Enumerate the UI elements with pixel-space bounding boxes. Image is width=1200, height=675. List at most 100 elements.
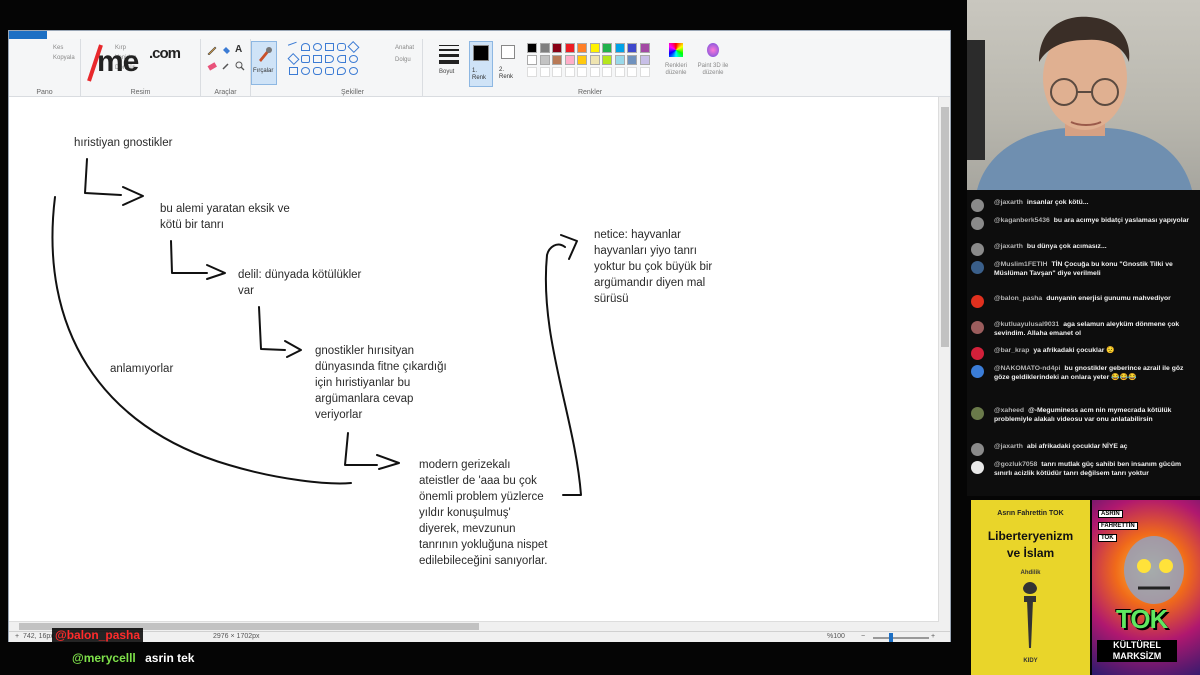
palette-swatch[interactable]	[639, 55, 650, 65]
chat-message-body: @jaxarth abi afrikadaki çocuklar NİYE aç	[994, 442, 1196, 451]
cloud-shape-icon[interactable]	[337, 67, 346, 75]
text-tool-icon[interactable]: A	[235, 44, 242, 55]
copy-button[interactable]: Kopyala	[53, 55, 75, 61]
chat-username[interactable]: @balon_pasha	[994, 295, 1042, 302]
avatar[interactable]	[971, 461, 984, 474]
callout-shape-icon[interactable]	[349, 55, 358, 63]
palette-swatch[interactable]	[564, 55, 575, 65]
rhombus-shape-icon[interactable]	[287, 52, 300, 66]
chat-username[interactable]: @gozluk7058	[994, 461, 1037, 468]
eraser-icon[interactable]	[207, 61, 217, 71]
zoom-out-icon[interactable]: −	[861, 633, 865, 640]
fill-bucket-icon[interactable]	[221, 45, 231, 55]
palette-swatch[interactable]	[577, 55, 587, 65]
pentagon-shape-icon[interactable]	[301, 55, 310, 63]
outline-button[interactable]: Anahat	[395, 45, 414, 51]
custom-color-slot[interactable]	[627, 67, 637, 77]
palette-swatch[interactable]	[589, 43, 600, 53]
pencil-icon[interactable]	[207, 45, 217, 55]
palette-swatch[interactable]	[527, 55, 537, 65]
star-shape-icon[interactable]	[301, 67, 310, 75]
horizontal-scrollbar[interactable]	[9, 621, 939, 631]
vertical-scrollbar[interactable]	[938, 97, 950, 621]
chat-username[interactable]: @jaxarth	[994, 243, 1023, 250]
magnifier-icon[interactable]	[235, 61, 245, 71]
avatar[interactable]	[971, 295, 984, 308]
palette-swatch[interactable]	[527, 43, 537, 53]
chat-username[interactable]: @jaxarth	[994, 199, 1023, 206]
curve-shape-icon[interactable]	[301, 43, 310, 51]
avatar[interactable]	[971, 347, 984, 360]
arrow-left-shape-icon[interactable]	[337, 55, 346, 63]
custom-color-slot[interactable]	[564, 67, 575, 77]
file-tab[interactable]	[9, 31, 47, 39]
custom-color-slot[interactable]	[552, 67, 562, 77]
edit-colors-button[interactable]: Renkleri düzenle	[661, 41, 691, 85]
hexagon-shape-icon[interactable]	[313, 55, 322, 63]
vertical-scroll-thumb[interactable]	[941, 107, 949, 347]
arrow-right-shape-icon[interactable]	[325, 55, 334, 63]
chat-username[interactable]: @NAKOMATO-nd4pi	[994, 365, 1060, 372]
chat-username[interactable]: @xaheed	[994, 407, 1024, 414]
brushes-button[interactable]: Fırçalar	[251, 41, 277, 85]
note-christian-response: gnostikler hırısityan dünyasında fitne ç…	[315, 345, 447, 421]
avatar[interactable]	[971, 217, 984, 230]
speech-shape-icon[interactable]	[325, 67, 334, 75]
arrow-up-shape-icon[interactable]	[289, 67, 298, 75]
avatar[interactable]	[971, 243, 984, 256]
avatar[interactable]	[971, 443, 984, 456]
palette-swatch[interactable]	[614, 43, 625, 53]
palette-swatch[interactable]	[552, 55, 562, 65]
palette-swatch[interactable]	[539, 43, 550, 53]
avatar[interactable]	[971, 407, 984, 420]
custom-color-slot[interactable]	[614, 67, 625, 77]
color1-button[interactable]: 1. Renk	[469, 41, 493, 87]
cut-button[interactable]: Kes	[53, 45, 63, 51]
custom-color-slot[interactable]	[589, 67, 600, 77]
paint3d-button[interactable]: Paint 3D ile düzenle	[695, 41, 731, 85]
avatar[interactable]	[971, 321, 984, 334]
chat-message-body: @jaxarth insanlar çok kötü...	[994, 198, 1196, 207]
chat-username[interactable]: @Muslim1FETIH	[994, 261, 1047, 268]
zoom-slider[interactable]	[873, 637, 929, 639]
diamond-shape-icon[interactable]	[347, 40, 360, 54]
fill-button[interactable]: Dolgu	[395, 57, 411, 63]
oval-shape-icon[interactable]	[313, 43, 322, 51]
avatar[interactable]	[971, 261, 984, 274]
line-shape-icon[interactable]	[287, 41, 300, 53]
palette-swatch[interactable]	[639, 43, 650, 53]
custom-color-slot[interactable]	[577, 67, 587, 77]
palette-swatch[interactable]	[577, 43, 587, 53]
palette-swatch[interactable]	[627, 43, 637, 53]
chat-username[interactable]: @kutluayulusal9031	[994, 321, 1059, 328]
custom-color-slot[interactable]	[539, 67, 550, 77]
custom-color-slot[interactable]	[527, 67, 537, 77]
custom-color-slot[interactable]	[639, 67, 650, 77]
palette-swatch[interactable]	[602, 55, 612, 65]
palette-swatch[interactable]	[589, 55, 600, 65]
custom-color-slot[interactable]	[602, 67, 612, 77]
chat-username[interactable]: @jaxarth	[994, 443, 1023, 450]
star6-shape-icon[interactable]	[313, 67, 322, 75]
palette-swatch[interactable]	[552, 43, 562, 53]
color-picker-icon[interactable]	[221, 61, 231, 71]
rounded-rect-shape-icon[interactable]	[337, 43, 346, 51]
rectangle-shape-icon[interactable]	[325, 43, 334, 51]
chat-username[interactable]: @bar_krap	[994, 347, 1029, 354]
size-button[interactable]: Boyut	[437, 43, 461, 85]
palette-swatch[interactable]	[564, 43, 575, 53]
torch-icon	[1023, 582, 1037, 648]
palette-swatch[interactable]	[614, 55, 625, 65]
color-palette: Renkler	[525, 39, 655, 97]
palette-swatch[interactable]	[539, 55, 550, 65]
avatar[interactable]	[971, 365, 984, 378]
chat-username[interactable]: @kaganberk5436	[994, 217, 1050, 224]
heart-shape-icon[interactable]	[349, 67, 358, 75]
palette-swatch[interactable]	[627, 55, 637, 65]
drawing-canvas[interactable]: hıristiyan gnostikler bu alemi yaratan e…	[9, 97, 939, 621]
zoom-slider-knob[interactable]	[889, 633, 893, 642]
avatar[interactable]	[971, 199, 984, 212]
palette-swatch[interactable]	[602, 43, 612, 53]
color2-button[interactable]: 2. Renk	[497, 41, 521, 87]
zoom-in-icon[interactable]: +	[931, 633, 935, 640]
